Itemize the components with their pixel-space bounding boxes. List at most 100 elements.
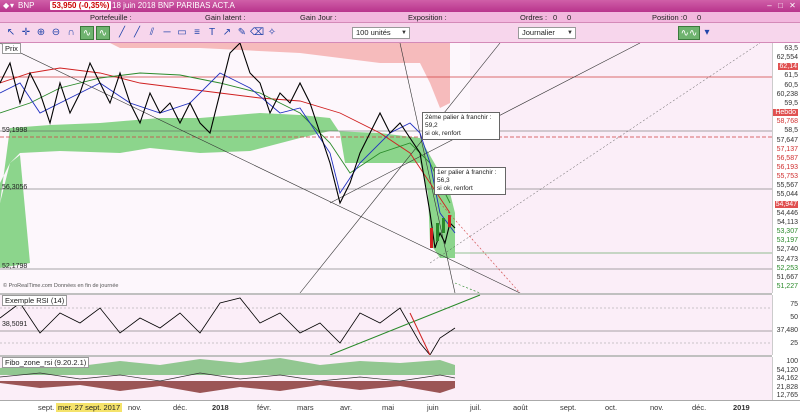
orders-label: Ordres : — [520, 13, 548, 22]
magnet-icon[interactable]: ∩ — [64, 26, 78, 40]
rectangle-icon[interactable]: ▭ — [175, 26, 189, 40]
unrealized-gain-label: Gain latent : — [205, 13, 246, 22]
cursor-icon[interactable]: ↖ — [4, 26, 18, 40]
period-dropdown[interactable]: Journalier ▼ — [518, 27, 576, 39]
close-icon[interactable]: ✕ — [788, 1, 797, 10]
price-y-tick: 60,238 — [776, 90, 798, 98]
note-palier-1[interactable]: 1er palier à franchir : 56,3 si ok, renf… — [434, 167, 506, 195]
rsi-y-tick: 50 — [790, 314, 798, 321]
price-y-tick: 54,113 — [777, 218, 798, 226]
price-y-tick: 61,5 — [784, 72, 798, 80]
fibo-y-tick: 34,162 — [776, 375, 798, 382]
trendline-icon[interactable]: ╱ — [115, 26, 129, 40]
note-palier-2-text: 2ème palier à franchir : 59,2 si ok, ren… — [425, 114, 492, 137]
fibo-y-tick: 100 — [786, 358, 798, 365]
portfolio-label: Portefeuille : — [90, 13, 132, 22]
zoom-in-icon[interactable]: ⊕ — [34, 26, 48, 40]
x-axis-tick: avr. — [340, 403, 353, 412]
channel-icon[interactable]: ⫽ — [145, 26, 159, 40]
price-y-tick: 62,554 — [776, 54, 798, 62]
units-dropdown-value: 100 unités — [356, 28, 391, 37]
price-y-tick: 57,647 — [776, 136, 798, 144]
fibo-panel-label-text: Fibo_zone_rsi (9.20.2.1) — [5, 358, 87, 367]
magic-icon[interactable]: ✧ — [265, 26, 279, 40]
x-axis-tick: mai — [382, 403, 395, 412]
price-y-tick: 55,567 — [776, 182, 798, 190]
ticker-label: BNP — [18, 1, 35, 10]
eraser-icon[interactable]: ⌫ — [250, 26, 264, 40]
x-axis-tick: août — [513, 403, 528, 412]
x-axis-tick: 2019 — [733, 403, 750, 412]
chevron-down-icon: ▼ — [401, 30, 407, 36]
position-value-1: 0 — [683, 13, 688, 22]
chart-area[interactable]: Prix Exemple RSI (14) Fibo_zone_rsi (9.2… — [0, 43, 800, 400]
price-y-tick: 54,947 — [774, 200, 798, 208]
x-axis-tick: déc. — [692, 403, 707, 412]
rsi-y-axis[interactable]: 75 50 37,480 25 — [772, 295, 800, 355]
units-dropdown[interactable]: 100 unités ▼ — [352, 27, 410, 39]
left-value-5920: 59,1998 — [2, 127, 28, 134]
arrow-icon[interactable]: ↗ — [220, 26, 234, 40]
info-bar: Portefeuille : Gain latent : Gain Jour :… — [0, 12, 800, 23]
candle — [430, 228, 433, 248]
price-y-tick: 51,667 — [776, 273, 798, 281]
price-y-tick: 62,14 — [778, 63, 798, 71]
orders-value-1: 0 — [553, 13, 558, 22]
orders-value-2: 0 — [567, 13, 572, 22]
price-y-tick: 58,5 — [784, 127, 798, 135]
watermark: © ProRealTime.com Données en fin de jour… — [3, 283, 119, 289]
note-palier-2[interactable]: 2ème palier à franchir : 59,2 si ok, ren… — [422, 112, 500, 140]
settings-chevron-icon[interactable]: ▾ — [700, 26, 714, 40]
price-y-tick: 52,253 — [776, 264, 798, 272]
chevron-down-icon[interactable]: ▾ — [10, 1, 14, 10]
candle — [442, 218, 445, 233]
price-y-tick: 55,753 — [776, 173, 798, 181]
exposure-label: Exposition : — [408, 13, 447, 22]
x-axis-tick: févr. — [257, 403, 272, 412]
price-y-tick: Hebdo — [773, 109, 798, 117]
x-axis-tick: oct. — [605, 403, 618, 412]
title-bar: ◆ ▾ BNP 53,950 (-0,35%) 18 juin 2018 BNP… — [0, 0, 800, 12]
price-y-tick: 53,307 — [776, 228, 798, 236]
price-y-tick: 63,5 — [784, 45, 798, 52]
indicator-toggle-icon[interactable]: ∿ — [80, 26, 94, 40]
position-label: Position : — [652, 13, 683, 22]
price-change: 53,950 (-0,35%) — [50, 1, 112, 10]
position-value-2: 0 — [697, 13, 702, 22]
x-axis-tick: mer. 27 sept. 2017 — [56, 403, 123, 412]
price-panel-label-text: Prix — [5, 44, 18, 53]
ray-line-icon[interactable]: ╱ — [130, 26, 144, 40]
crosshair-icon[interactable]: ✛ — [19, 26, 33, 40]
chart-canvas[interactable] — [0, 43, 772, 400]
price-y-axis[interactable]: 63,5 62,554 62,14 61,5 60,5 60,238 59,5 Hebdo 58… — [772, 43, 800, 293]
price-y-tick: 52,740 — [776, 246, 798, 254]
signal-icon[interactable]: ∿∿ — [678, 26, 700, 40]
fibo-panel-label[interactable]: Fibo_zone_rsi (9.20.2.1) — [2, 357, 90, 368]
fibo-y-tick: 54,120 — [776, 366, 798, 374]
horizontal-line-icon[interactable]: ─ — [160, 26, 174, 40]
drawing-toolbar: ↖ ✛ ⊕ ⊖ ∩ ∿ ∿ ╱ ╱ ⫽ ─ ▭ ≡ T ↗ ✎ ⌫ ✧ 100 … — [0, 23, 800, 43]
x-axis-tick: nov. — [650, 403, 664, 412]
rsi-panel-label[interactable]: Exemple RSI (14) — [2, 295, 68, 306]
price-y-tick: 56,587 — [776, 154, 798, 162]
left-value-5630: 56,3056 — [2, 184, 28, 191]
minimize-icon[interactable]: – — [765, 1, 774, 10]
x-axis[interactable]: sept. mer. 27 sept. 2017 nov. déc. 2018 févr.… — [0, 400, 800, 413]
price-y-tick: 56,193 — [776, 164, 798, 171]
overlay-toggle-icon[interactable]: ∿ — [96, 26, 110, 40]
fibo-y-tick: 12,765 — [776, 392, 798, 399]
fibonacci-icon[interactable]: ≡ — [190, 26, 204, 40]
security-name: 18 juin 2018 BNP PARIBAS ACT.A — [112, 1, 235, 10]
brush-icon[interactable]: ✎ — [235, 26, 249, 40]
rsi-panel-label-text: Exemple RSI (14) — [5, 296, 65, 305]
fibo-y-axis[interactable]: 100 54,120 34,162 21,828 12,765 — [772, 357, 800, 400]
day-gain-label: Gain Jour : — [300, 13, 337, 22]
rsi-panel-bg — [0, 295, 772, 355]
x-axis-tick: déc. — [173, 403, 188, 412]
price-panel-label[interactable]: Prix — [2, 43, 21, 54]
maximize-icon[interactable]: □ — [776, 1, 785, 10]
fibo-y-tick: 21,828 — [776, 383, 798, 391]
text-icon[interactable]: T — [205, 26, 219, 40]
zoom-out-icon[interactable]: ⊖ — [49, 26, 63, 40]
note-palier-1-text: 1er palier à franchir : 56,3 si ok, renf… — [437, 169, 497, 192]
